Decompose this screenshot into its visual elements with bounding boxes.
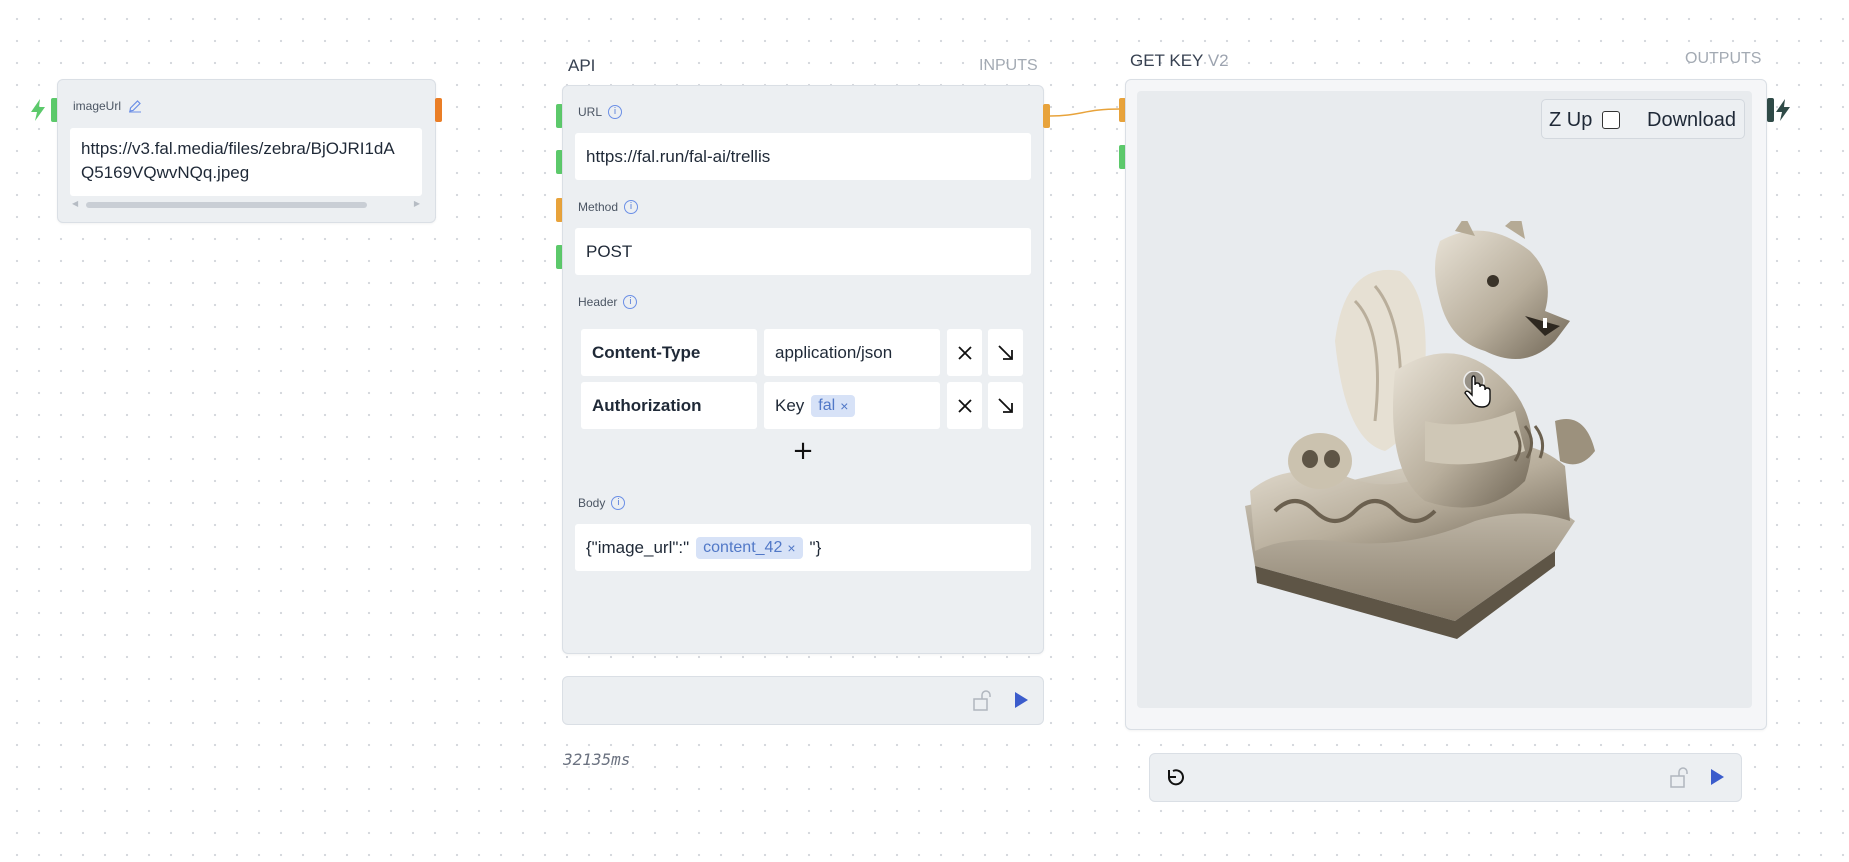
header-key-text: Authorization <box>592 395 702 415</box>
expand-header-button[interactable] <box>988 382 1023 429</box>
viewer-controls: Z Up Download <box>1541 99 1745 139</box>
method-label-text: Method <box>578 200 619 214</box>
z-up-checkbox[interactable] <box>1602 111 1620 129</box>
play-icon[interactable] <box>1708 768 1726 786</box>
variable-chip[interactable]: content_42 × <box>696 536 803 559</box>
get-key-node[interactable]: Z Up Download <box>1125 79 1767 730</box>
method-input[interactable]: POST <box>575 228 1031 275</box>
horizontal-scrollbar[interactable]: ◀ ▶ <box>70 199 422 209</box>
expand-header-button[interactable] <box>988 329 1023 376</box>
info-icon[interactable]: i <box>608 105 623 119</box>
image-url-value-line2: Q5169VQwvNQq.jpeg <box>81 163 250 182</box>
unlock-icon[interactable] <box>1669 767 1693 789</box>
url-input-value: https://fal.run/fal-ai/trellis <box>586 146 771 166</box>
url-input[interactable]: https://fal.run/fal-ai/trellis <box>575 133 1031 180</box>
url-label-text: URL <box>578 105 603 119</box>
arrow-down-right-icon <box>997 397 1013 413</box>
chip-label: content_42 <box>703 538 783 556</box>
close-icon <box>957 398 972 413</box>
api-node[interactable]: URL i https://fal.run/fal-ai/trellis Met… <box>562 85 1044 654</box>
header-value-input[interactable]: Key fal × <box>764 382 940 429</box>
info-icon[interactable]: i <box>623 295 638 309</box>
download-button[interactable]: Download <box>1647 109 1736 132</box>
gargoyle-3d-model[interactable] <box>1225 221 1625 651</box>
remove-header-button[interactable] <box>947 382 982 429</box>
method-field-label: Method i <box>578 200 639 214</box>
header-value-text: application/json <box>775 342 893 362</box>
remove-header-button[interactable] <box>947 329 982 376</box>
get-key-title-text: GET KEY <box>1130 51 1204 70</box>
header-value-prefix: Key <box>775 395 805 415</box>
z-up-label: Z Up <box>1549 109 1593 131</box>
api-node-toolbar <box>562 676 1044 725</box>
image-url-title: imageUrl <box>73 99 142 113</box>
header-label-text: Header <box>578 295 618 309</box>
model-viewer[interactable]: Z Up Download <box>1137 91 1752 708</box>
header-key-text: Content-Type <box>592 342 701 362</box>
get-key-version: V2 <box>1207 51 1229 70</box>
get-key-outputs-label: OUTPUTS <box>1685 50 1762 67</box>
chip-label: fal <box>818 396 836 414</box>
header-value-input[interactable]: application/json <box>764 329 940 376</box>
scroll-right-icon[interactable]: ▶ <box>414 199 420 208</box>
scrollbar-thumb[interactable] <box>86 202 367 208</box>
get-key-toolbar <box>1149 753 1742 802</box>
play-icon[interactable] <box>1012 691 1030 709</box>
variable-chip[interactable]: fal × <box>811 394 856 417</box>
arrow-down-right-icon <box>997 344 1013 360</box>
edit-icon[interactable] <box>128 99 142 113</box>
image-url-textarea[interactable]: https://v3.fal.media/files/zebra/BjOJRI1… <box>70 128 422 196</box>
header-field-label: Header i <box>578 295 638 309</box>
api-output-port[interactable] <box>1043 104 1050 128</box>
info-icon[interactable]: i <box>611 496 626 510</box>
add-header-button[interactable]: + <box>791 436 815 466</box>
close-icon <box>957 345 972 360</box>
api-inputs-label: INPUTS <box>979 57 1038 74</box>
image-url-title-text: imageUrl <box>73 99 122 113</box>
unlock-icon[interactable] <box>972 690 996 712</box>
execution-time: 32135ms <box>563 750 631 769</box>
info-icon[interactable]: i <box>624 200 639 214</box>
reset-icon[interactable] <box>1164 766 1186 788</box>
chip-remove-icon[interactable]: × <box>787 540 795 556</box>
body-label-text: Body <box>578 496 606 510</box>
hand-cursor-icon <box>1463 371 1491 408</box>
body-field-label: Body i <box>578 496 626 510</box>
body-input[interactable]: {"image_url":" content_42 × "} <box>575 524 1031 571</box>
flash-icon-right <box>1773 98 1793 127</box>
method-input-value: POST <box>586 241 633 261</box>
chip-remove-icon[interactable]: × <box>840 398 848 414</box>
get-key-title: GET KEY V2 <box>1130 51 1229 71</box>
scroll-left-icon[interactable]: ◀ <box>72 199 78 208</box>
image-url-value-line1: https://v3.fal.media/files/zebra/BjOJRI1… <box>81 139 395 158</box>
image-url-node[interactable]: imageUrl https://v3.fal.media/files/zebr… <box>57 79 436 223</box>
api-node-title: API <box>568 56 596 75</box>
url-field-label: URL i <box>578 105 623 119</box>
header-key-input[interactable]: Authorization <box>581 382 757 429</box>
header-key-input[interactable]: Content-Type <box>581 329 757 376</box>
image-url-output-port[interactable] <box>435 98 442 122</box>
body-suffix: "} <box>809 537 822 557</box>
body-prefix: {"image_url":" <box>586 537 690 557</box>
connection-wire[interactable] <box>1050 104 1120 124</box>
flash-icon-left <box>28 98 48 127</box>
